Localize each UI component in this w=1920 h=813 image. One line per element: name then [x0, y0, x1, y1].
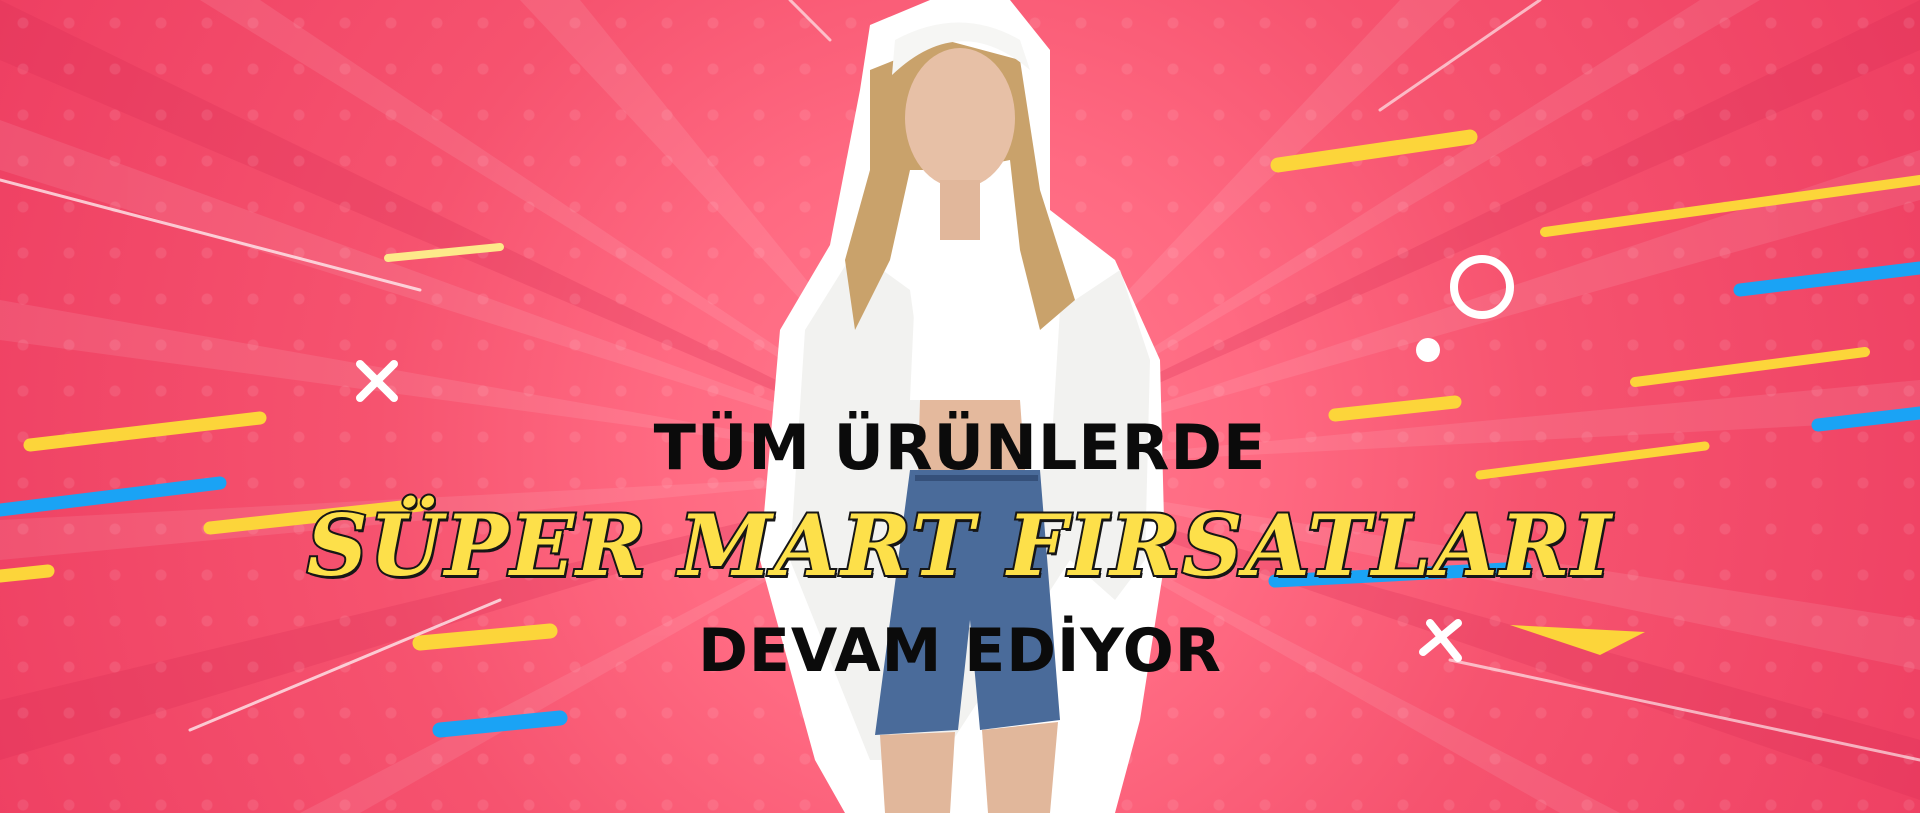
headline-line-3: DEVAM EDİYOR	[698, 616, 1222, 686]
model-figure	[760, 0, 1165, 813]
yellow-streak	[1540, 175, 1920, 237]
ring-icon	[1450, 255, 1514, 319]
promo-banner[interactable]: TÜM ÜRÜNLERDE SÜPER MART FIRSATLARI DEVA…	[0, 0, 1920, 813]
cross-icon	[356, 360, 398, 402]
headline-super-mart-offers: SÜPER MART FIRSATLARI	[305, 496, 1614, 596]
headline-line-1: TÜM ÜRÜNLERDE	[653, 411, 1267, 484]
yellow-streak	[1630, 347, 1870, 387]
yellow-streak	[384, 243, 504, 262]
yellow-streak	[1270, 129, 1478, 173]
dot-icon	[1416, 338, 1440, 362]
blue-streak	[432, 710, 568, 738]
blue-streak	[1733, 261, 1920, 297]
